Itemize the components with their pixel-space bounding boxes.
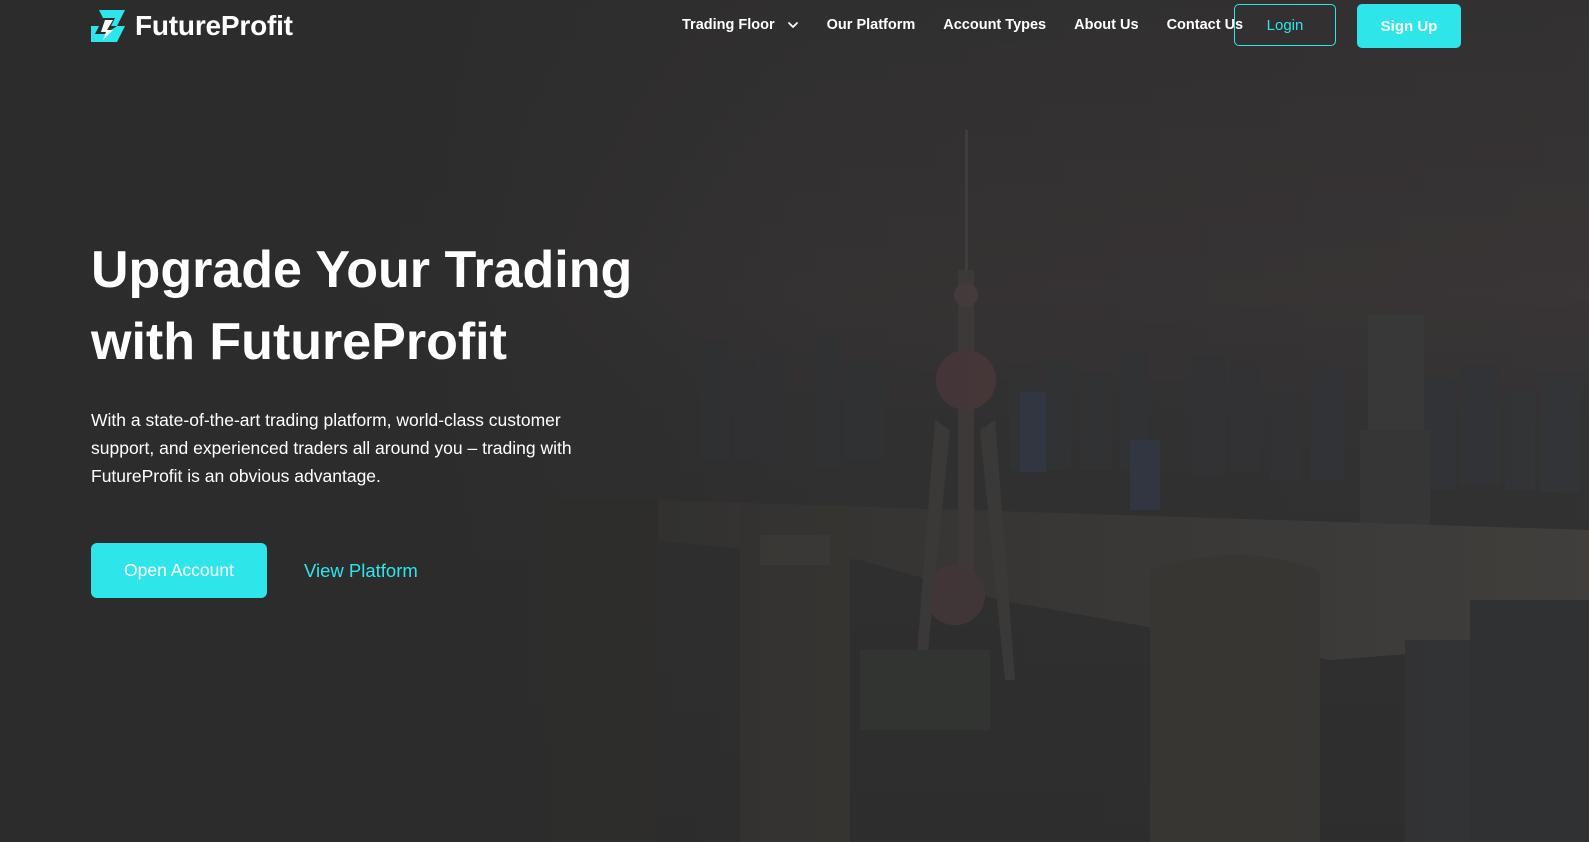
hero-title: Upgrade Your Trading with FutureProfit [91,234,711,378]
nav-item-about-us[interactable]: About Us [1074,16,1138,34]
open-account-button[interactable]: Open Account [91,543,267,598]
nav-item-our-platform[interactable]: Our Platform [827,16,916,34]
hero-title-line-2: with FutureProfit [91,313,507,371]
nav-item-account-types[interactable]: Account Types [943,16,1046,34]
chevron-down-icon [787,22,798,28]
brand-logo[interactable]: FutureProfit [91,10,293,42]
login-button[interactable]: Login [1234,4,1336,46]
hero-title-line-1: Upgrade Your Trading [91,241,633,299]
nav-item-contact-us[interactable]: Contact Us [1167,16,1244,34]
top-navbar: FutureProfit Trading Floor Our Platform … [0,0,1589,52]
nav-item-label: Trading Floor [682,17,775,33]
brand-name: FutureProfit [135,10,293,41]
main-nav: Trading Floor Our Platform Account Types… [682,16,1243,34]
hero-description: With a state-of-the-art trading platform… [91,410,572,486]
bolt-icon [91,10,125,42]
view-platform-link[interactable]: View Platform [304,559,418,583]
signup-button[interactable]: Sign Up [1357,4,1461,48]
nav-item-trading-floor[interactable]: Trading Floor [682,16,799,34]
